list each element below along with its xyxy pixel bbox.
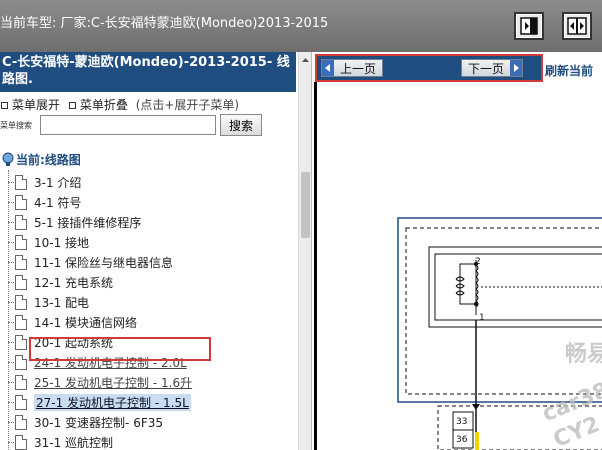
tree-root-label: 当前:线路图 [16, 153, 81, 167]
prev-page-button[interactable]: 上一页 [321, 59, 384, 77]
scrollbar-thumb[interactable] [301, 172, 310, 238]
document-icon [15, 415, 27, 430]
document-icon [15, 335, 27, 350]
arrow-right-icon [510, 60, 523, 76]
pin-bottom-label: 1 [479, 313, 485, 323]
document-icon [15, 255, 27, 270]
expand-all-link[interactable]: 菜单展开 [12, 98, 60, 112]
split-panel-icon [567, 17, 587, 35]
connector-33-label: 33 [456, 417, 467, 427]
scroll-up-arrow-icon[interactable] [300, 54, 311, 66]
document-icon [15, 195, 27, 210]
document-icon [15, 355, 27, 370]
expand-collapse-row: 菜单展开 菜单折叠 (点击+展开子菜单) [0, 96, 239, 112]
menu-search-input[interactable] [40, 115, 216, 135]
document-icon [15, 235, 27, 250]
collapse-square-icon [68, 101, 76, 109]
expand-hint: (点击+展开子菜单) [135, 98, 240, 112]
document-icon [15, 395, 27, 410]
search-label: 菜单搜索 [0, 121, 32, 130]
left-scrollbar[interactable] [298, 52, 311, 450]
current-vehicle-title: 当前车型: 厂家:C-长安福特蒙迪欧(Mondeo)2013-2015 [0, 16, 329, 31]
toggle-right-panel-button[interactable] [514, 12, 544, 40]
connector-36-label: 36 [456, 435, 468, 445]
left-navigation-panel: C-长安福特-蒙迪欧(Mondeo)-2013-2015- 线路图. 菜单展开 … [0, 52, 312, 450]
expand-square-icon [1, 101, 8, 109]
document-icon [15, 375, 27, 390]
document-icon [15, 295, 27, 310]
wiring-tree: 当前:线路图 3-1 介绍 4-1 符号 5-1 接插件维修程序 10-1 接地… [0, 142, 296, 450]
page-nav-bar: 上一页 下一页 刷新当前 [313, 52, 602, 82]
arrow-left-icon [322, 60, 334, 76]
document-icon [15, 435, 27, 450]
split-panel-button[interactable] [562, 12, 592, 40]
document-icon [15, 275, 27, 290]
wiring-diagram: 2 1 33 36 畅易 car38 CY2 [313, 82, 602, 450]
search-button[interactable]: 搜索 [220, 114, 262, 136]
pin-top-label: 2 [475, 257, 481, 267]
watermark-1: 畅易 [565, 342, 602, 367]
folder-globe-icon [2, 152, 14, 166]
page-nav-box: 上一页 下一页 [315, 54, 543, 82]
diagram-panel: 上一页 下一页 刷新当前 2 1 33 36 畅易 car38 CY2 [313, 52, 602, 450]
next-page-button[interactable]: 下一页 [461, 59, 524, 77]
document-icon [15, 315, 27, 330]
document-icon [15, 175, 27, 190]
panel-right-icon [520, 17, 538, 35]
selection-highlight-box [29, 337, 211, 361]
top-bar: 当前车型: 厂家:C-长安福特蒙迪欧(Mondeo)2013-2015 [0, 0, 602, 52]
tree-connector-line [8, 170, 9, 450]
panel-header-title: C-长安福特-蒙迪欧(Mondeo)-2013-2015- 线路图. [0, 52, 296, 92]
document-icon [15, 215, 27, 230]
refresh-current-link[interactable]: 刷新当前 [545, 62, 593, 79]
collapse-all-link[interactable]: 菜单折叠 [80, 98, 128, 112]
